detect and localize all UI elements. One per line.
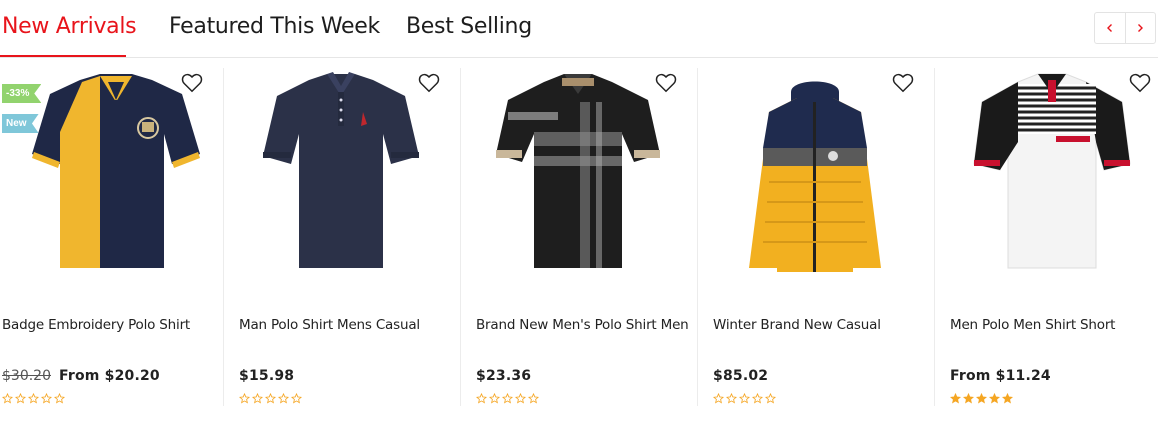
star-empty-icon [15,393,26,404]
product-title[interactable]: Badge Embroidery Polo Shirt [2,317,190,333]
product-image-white-striped-polo-shirt[interactable] [958,72,1146,272]
card-divider [460,68,461,406]
product-image-navy-yellow-polo-shirt[interactable] [22,72,210,272]
product-card[interactable]: Men Polo Men Shirt Short From $11.24 [934,68,1166,406]
wishlist-heart-icon[interactable] [418,72,440,94]
star-filled-icon [963,393,974,404]
product-title[interactable]: Winter Brand New Casual [713,317,881,333]
product-price: From $11.24 [950,367,1051,385]
star-empty-icon [278,393,289,404]
carousel-nav [1094,12,1156,44]
tab-best-selling[interactable]: Best Selling [406,14,532,39]
star-empty-icon [252,393,263,404]
product-price: $15.98 [239,367,294,385]
wishlist-heart-icon[interactable] [181,72,203,94]
star-empty-icon [515,393,526,404]
star-filled-icon [989,393,1000,404]
star-filled-icon [976,393,987,404]
star-empty-icon [726,393,737,404]
current-price: From $20.20 [59,368,160,384]
product-image-navy-polo-shirt[interactable] [247,72,435,272]
chevron-left-icon [1106,24,1112,32]
carousel-next-button[interactable] [1124,13,1156,43]
product-price: $85.02 [713,367,768,385]
card-divider [223,68,224,406]
product-title[interactable]: Brand New Men's Polo Shirt Men [476,317,689,333]
rating-stars [950,393,1013,404]
product-title[interactable]: Men Polo Men Shirt Short [950,317,1115,333]
wishlist-heart-icon[interactable] [655,72,677,94]
star-empty-icon [489,393,500,404]
old-price: $30.20 [2,368,51,384]
chevron-right-icon [1138,24,1144,32]
product-card[interactable]: Man Polo Shirt Mens Casual $15.98 [223,68,460,406]
current-price: $15.98 [239,368,295,384]
star-empty-icon [739,393,750,404]
tab-featured-this-week[interactable]: Featured This Week [169,14,380,39]
wishlist-heart-icon[interactable] [892,72,914,94]
product-price: $23.36 [476,367,531,385]
tab-new-arrivals[interactable]: New Arrivals [2,14,137,39]
star-empty-icon [502,393,513,404]
star-empty-icon [54,393,65,404]
card-divider [934,68,935,406]
current-price: From $11.24 [950,368,1051,384]
product-tabs: New Arrivals Featured This Week Best Sel… [0,0,1158,58]
wishlist-heart-icon[interactable] [1129,72,1151,94]
product-card[interactable]: Winter Brand New Casual $85.02 [697,68,934,406]
product-price: $30.20 From $20.20 [2,367,160,385]
rating-stars [239,393,302,404]
star-empty-icon [265,393,276,404]
product-image-yellow-navy-puffer-jacket[interactable] [721,72,909,272]
current-price: $23.36 [476,368,532,384]
product-card[interactable]: Brand New Men's Polo Shirt Men $23.36 [460,68,697,406]
star-empty-icon [291,393,302,404]
star-empty-icon [713,393,724,404]
product-title[interactable]: Man Polo Shirt Mens Casual [239,317,420,333]
card-divider [697,68,698,406]
star-empty-icon [41,393,52,404]
rating-stars [713,393,776,404]
star-empty-icon [765,393,776,404]
star-empty-icon [2,393,13,404]
star-empty-icon [476,393,487,404]
carousel-prev-button[interactable] [1095,13,1125,43]
star-filled-icon [1002,393,1013,404]
product-image-black-plaid-polo-shirt[interactable] [484,72,672,272]
product-card[interactable]: -33% New Badge Embroidery Polo Shirt $30… [0,68,237,406]
star-filled-icon [950,393,961,404]
active-tab-indicator [0,55,126,57]
star-empty-icon [28,393,39,404]
rating-stars [476,393,539,404]
star-empty-icon [239,393,250,404]
current-price: $85.02 [713,368,769,384]
product-grid: -33% New Badge Embroidery Polo Shirt $30… [0,68,1166,408]
rating-stars [2,393,65,404]
star-empty-icon [528,393,539,404]
star-empty-icon [752,393,763,404]
